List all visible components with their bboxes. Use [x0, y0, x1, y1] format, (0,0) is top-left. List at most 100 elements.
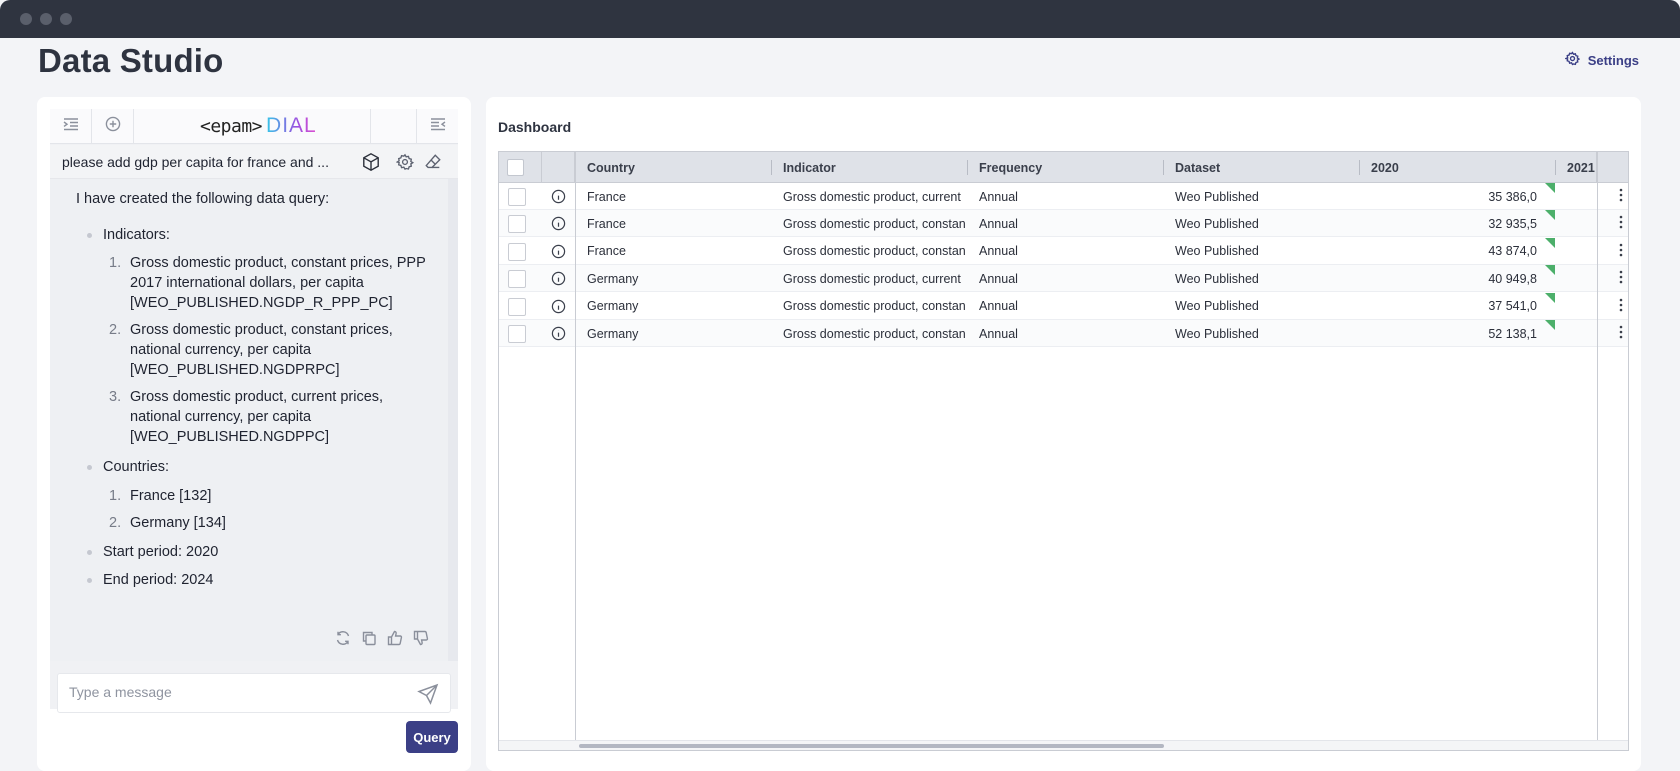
- list-item: 1. France [132]: [109, 488, 212, 504]
- window-minimize-dot[interactable]: [40, 13, 52, 25]
- thumbs-down-icon[interactable]: [412, 629, 430, 647]
- toggle-conversations-button[interactable]: [50, 108, 92, 144]
- message-input[interactable]: [69, 684, 389, 700]
- data-grid: Country Indicator Frequency Dataset 2020…: [498, 151, 1629, 751]
- message-actions: [334, 629, 430, 647]
- cell-indicator: Gross domestic product, constan: [783, 244, 966, 259]
- cell-dataset: Weo Published: [1175, 216, 1259, 231]
- row-checkbox[interactable]: [508, 242, 526, 261]
- cell-indicator: Gross domestic product, constan: [783, 216, 966, 231]
- cell-2020: 32 935,5: [1488, 216, 1537, 231]
- settings-label: Settings: [1587, 52, 1639, 68]
- horizontal-scrollbar[interactable]: [499, 740, 1628, 750]
- column-header-2021[interactable]: 2021: [1555, 152, 1597, 183]
- indicator-text: Gross domestic product, current prices, …: [130, 389, 384, 445]
- chat-scrollbar[interactable]: [448, 179, 458, 661]
- scrollbar-thumb[interactable]: [579, 744, 1164, 748]
- row-checkbox[interactable]: [508, 270, 526, 289]
- indicator-text: Gross domestic product, constant prices,…: [130, 322, 393, 378]
- cell-country: Germany: [587, 299, 639, 314]
- cell-frequency: Annual: [979, 244, 1018, 259]
- info-icon[interactable]: [551, 216, 566, 231]
- value-flag-marker: [1545, 320, 1555, 330]
- table-row[interactable]: Germany Gross domestic product, current …: [499, 265, 1628, 293]
- value-flag-marker: [1545, 183, 1555, 193]
- cell-country: France: [587, 189, 626, 204]
- row-checkbox[interactable]: [508, 297, 526, 316]
- row-menu-icon[interactable]: [1616, 243, 1626, 261]
- cell-indicator: Gross domestic product, constan: [783, 326, 966, 341]
- row-menu-icon[interactable]: [1616, 298, 1626, 316]
- table-row[interactable]: France Gross domestic product, constan A…: [499, 237, 1628, 265]
- new-conversation-button[interactable]: [92, 108, 134, 144]
- info-icon[interactable]: [551, 271, 566, 286]
- cell-2020: 37 541,0: [1488, 299, 1537, 314]
- conversation-title: please add gdp per capita for france and…: [62, 154, 329, 170]
- column-header-2020[interactable]: 2020: [1359, 152, 1556, 183]
- cell-frequency: Annual: [979, 326, 1018, 341]
- list-item: 3. Gross domestic product, current prices…: [109, 389, 384, 445]
- info-icon[interactable]: [551, 299, 566, 314]
- info-icon[interactable]: [551, 326, 566, 341]
- model-cube-icon[interactable]: [361, 152, 381, 172]
- cell-indicator: Gross domestic product, constan: [783, 299, 966, 314]
- row-checkbox[interactable]: [508, 325, 526, 343]
- cell-dataset: Weo Published: [1175, 271, 1259, 286]
- toggle-prompts-button[interactable]: [416, 108, 458, 144]
- page-title: Data Studio: [38, 42, 224, 79]
- plus-circle-icon: [105, 116, 121, 137]
- column-header-dataset[interactable]: Dataset: [1163, 152, 1360, 183]
- cell-country: Germany: [587, 326, 639, 341]
- select-all-checkbox[interactable]: [507, 159, 524, 176]
- send-icon[interactable]: [417, 683, 439, 705]
- cell-dataset: Weo Published: [1175, 189, 1259, 204]
- info-column-header: [542, 152, 575, 183]
- row-menu-icon[interactable]: [1616, 325, 1626, 343]
- regenerate-icon[interactable]: [334, 629, 352, 647]
- copy-icon[interactable]: [360, 629, 378, 647]
- cell-indicator: Gross domestic product, current: [783, 189, 961, 204]
- row-menu-icon[interactable]: [1616, 188, 1626, 206]
- gear-icon: [1563, 51, 1581, 69]
- grid-header: Country Indicator Frequency Dataset 2020…: [499, 152, 1628, 183]
- actions-column-header: [1597, 152, 1628, 183]
- column-label: Indicator: [783, 160, 836, 175]
- cell-frequency: Annual: [979, 271, 1018, 286]
- start-period: Start period: 2020: [76, 542, 436, 562]
- dashboard-panel: Dashboard Country Indicator Frequency Da…: [486, 97, 1641, 771]
- column-header-indicator[interactable]: Indicator: [771, 152, 968, 183]
- window-close-dot[interactable]: [20, 13, 32, 25]
- value-flag-marker: [1545, 265, 1555, 276]
- chat-panel: <epam> DIAL please add gdp per capita fo…: [37, 97, 471, 771]
- cell-dataset: Weo Published: [1175, 299, 1259, 314]
- info-icon[interactable]: [551, 244, 566, 259]
- column-label: Country: [587, 160, 635, 175]
- window-maximize-dot[interactable]: [60, 13, 72, 25]
- countries-label: Countries:: [76, 457, 436, 477]
- settings-link[interactable]: Settings: [1563, 51, 1639, 69]
- column-header-frequency[interactable]: Frequency: [967, 152, 1164, 183]
- table-row[interactable]: Germany Gross domestic product, constan …: [499, 320, 1628, 347]
- dashboard-title: Dashboard: [498, 119, 572, 135]
- table-row[interactable]: Germany Gross domestic product, constan …: [499, 292, 1628, 320]
- select-all-cell: [499, 152, 542, 183]
- cell-country: France: [587, 216, 626, 231]
- row-checkbox[interactable]: [508, 188, 526, 206]
- column-label: 2021: [1567, 160, 1595, 175]
- row-menu-icon[interactable]: [1616, 215, 1626, 233]
- query-button[interactable]: Query: [406, 721, 458, 753]
- dial-logo-text: DIAL: [266, 114, 317, 137]
- window-titlebar: [0, 0, 1680, 38]
- row-checkbox[interactable]: [508, 215, 526, 234]
- value-flag-marker: [1545, 237, 1555, 248]
- conversation-settings-icon[interactable]: [395, 152, 415, 172]
- table-row[interactable]: France Gross domestic product, current A…: [499, 183, 1628, 210]
- toolbar-spacer: [370, 108, 416, 144]
- table-row[interactable]: France Gross domestic product, constan A…: [499, 210, 1628, 238]
- thumbs-up-icon[interactable]: [386, 629, 404, 647]
- column-divider: [1597, 152, 1598, 750]
- eraser-icon[interactable]: [423, 152, 443, 172]
- row-menu-icon[interactable]: [1616, 270, 1626, 288]
- column-header-country[interactable]: Country: [575, 152, 772, 183]
- info-icon[interactable]: [551, 189, 566, 204]
